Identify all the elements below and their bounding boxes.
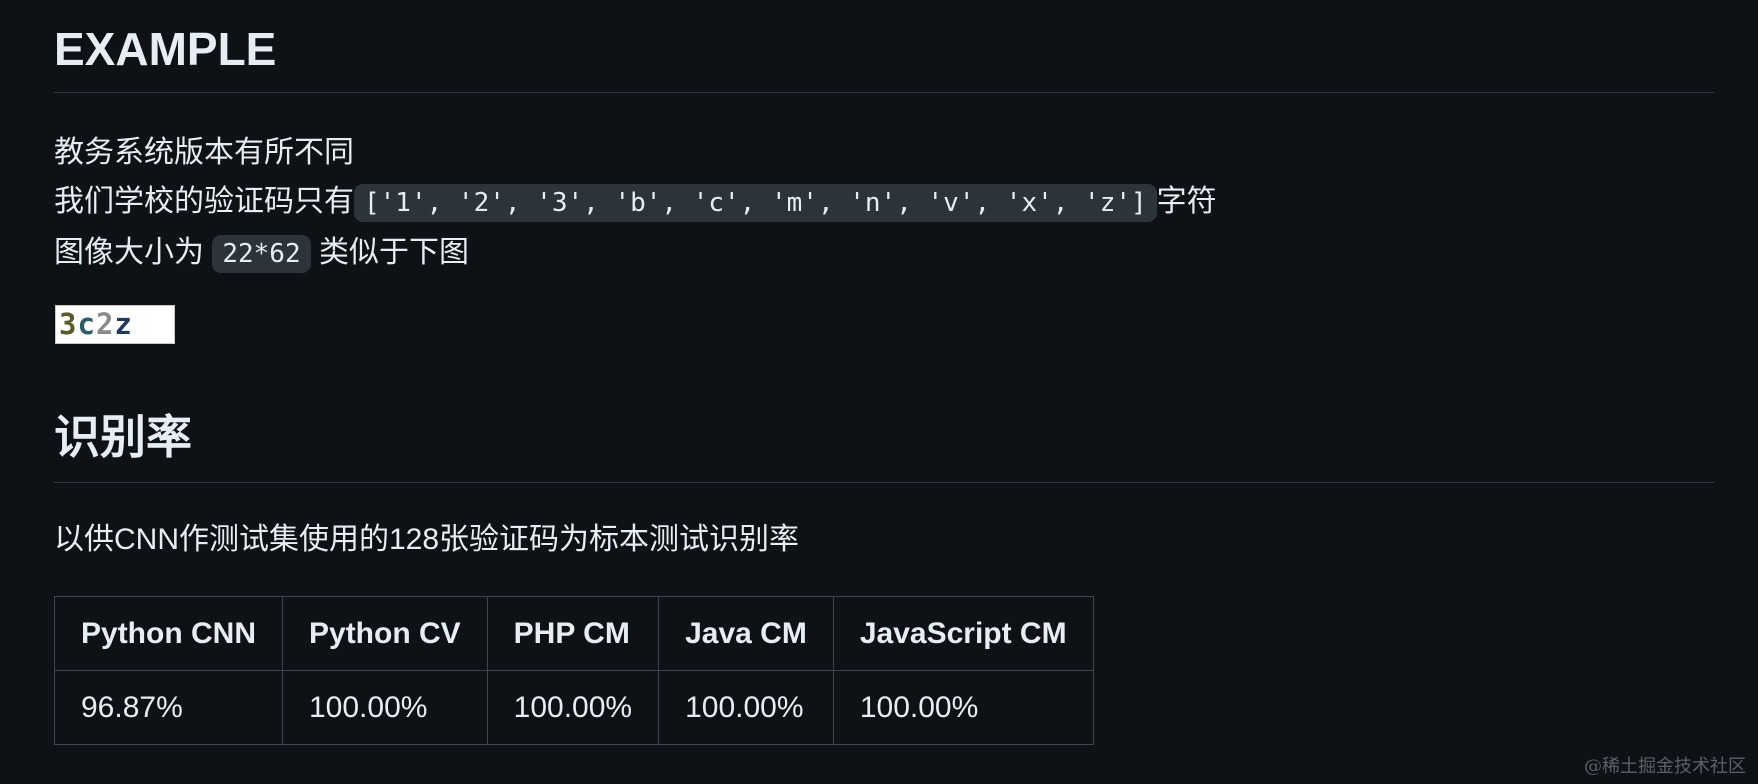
header-python-cnn: Python CNN: [54, 596, 283, 671]
charset-line: 我们学校的验证码只有 ['1', '2', '3', 'b', 'c', 'm',…: [54, 177, 1217, 228]
recognition-rate-table: Python CNN Python CV PHP CM Java CM Java…: [54, 596, 1094, 745]
size-line: 图像大小为 22*62 类似于下图: [54, 228, 1217, 279]
captcha-char: c: [77, 307, 96, 341]
size-suffix: 类似于下图: [318, 236, 469, 269]
header-php-cm: PHP CM: [486, 596, 660, 671]
cell-python-cnn: 96.87%: [54, 670, 283, 745]
table-header-row: Python CNN Python CV PHP CM Java CM Java…: [54, 596, 1094, 671]
captcha-char: 3: [59, 307, 78, 341]
captcha-char: z: [114, 307, 133, 341]
cell-python-cv: 100.00%: [282, 670, 488, 745]
intro-paragraph: 教务系统版本有所不同 我们学校的验证码只有 ['1', '2', '3', 'b'…: [54, 128, 1217, 279]
cell-java-cm: 100.00%: [658, 670, 834, 745]
watermark: @稀土掘金技术社区: [1584, 756, 1746, 777]
heading-example: EXAMPLE: [54, 22, 1714, 93]
size-code: 22*62: [212, 235, 311, 273]
charset-suffix: 字符: [1156, 185, 1217, 218]
size-prefix: 图像大小为: [54, 236, 204, 269]
charset-prefix: 我们学校的验证码只有: [54, 185, 354, 218]
captcha-char: 2: [95, 307, 115, 341]
charset-code: ['1', '2', '3', 'b', 'c', 'm', 'n', 'v',…: [354, 184, 1157, 222]
header-python-cv: Python CV: [282, 596, 488, 671]
captcha-sample-image: 3c2z: [55, 305, 175, 344]
table-row: 96.87% 100.00% 100.00% 100.00% 100.00%: [54, 670, 1094, 745]
header-javascript-cm: JavaScript CM: [832, 596, 1094, 671]
test-description: 以供CNN作测试集使用的128张验证码为标本测试识别率: [54, 523, 800, 556]
cell-php-cm: 100.00%: [486, 670, 660, 745]
header-java-cm: Java CM: [658, 596, 834, 671]
version-note: 教务系统版本有所不同: [54, 136, 354, 169]
cell-javascript-cm: 100.00%: [832, 670, 1094, 745]
heading-recognition-rate: 识别率: [54, 410, 1714, 483]
